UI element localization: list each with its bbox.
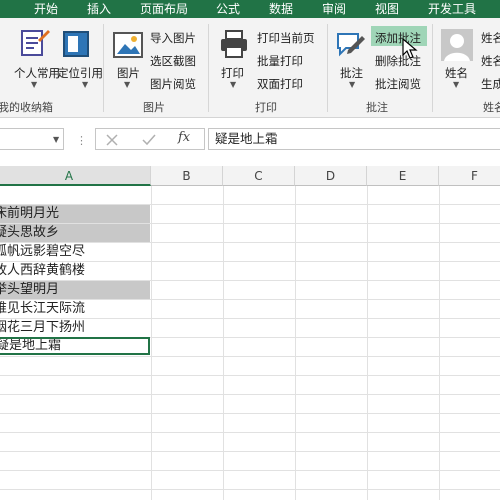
cell-a6[interactable]: 唯见长江天际流 bbox=[0, 300, 150, 318]
mouse-cursor-icon bbox=[402, 37, 418, 60]
ribbon: 个人常用 ▼ 定位引用 ▼ 我的收纳箱 图片 ▼ 导入图片 选区截图 图片阅览 … bbox=[0, 18, 500, 118]
person-icon[interactable] bbox=[440, 28, 474, 62]
column-header-c[interactable]: C bbox=[223, 166, 295, 186]
comment-button[interactable]: 批注 bbox=[340, 65, 363, 81]
tab-insert[interactable]: 插入 bbox=[87, 2, 111, 16]
group-separator bbox=[208, 24, 209, 112]
gridline bbox=[0, 489, 500, 490]
chevron-down-icon[interactable]: ▼ bbox=[124, 80, 130, 89]
gridline bbox=[295, 186, 296, 500]
chevron-down-icon[interactable]: ▼ bbox=[453, 80, 459, 89]
batch-print-button[interactable]: 批量打印 bbox=[257, 53, 303, 69]
column-header-d[interactable]: D bbox=[295, 166, 367, 186]
print-current-page-button[interactable]: 打印当前页 bbox=[257, 30, 315, 46]
comment-view-button[interactable]: 批注阅览 bbox=[375, 76, 421, 92]
tab-developer[interactable]: 开发工具 bbox=[428, 2, 476, 16]
locate-reference-button[interactable]: 定位引用 bbox=[57, 65, 103, 81]
spreadsheet-grid: A B C D E F 床前明月光 疑头思故乡 孤帆远影碧空尽 故人西辞黄鹤楼 … bbox=[0, 166, 500, 500]
picture-icon[interactable] bbox=[111, 28, 145, 62]
cell-a4[interactable]: 故人西辞黄鹤楼 bbox=[0, 262, 150, 280]
gridline bbox=[0, 375, 500, 376]
cell-a2[interactable]: 疑头思故乡 bbox=[0, 224, 150, 242]
name-box[interactable]: ▼ bbox=[0, 128, 64, 150]
cell-a1[interactable]: 床前明月光 bbox=[0, 205, 150, 223]
tab-page-layout[interactable]: 页面布局 bbox=[140, 2, 188, 16]
tab-review[interactable]: 审阅 bbox=[322, 2, 346, 16]
gridline bbox=[151, 186, 152, 500]
tab-view[interactable]: 视图 bbox=[375, 2, 399, 16]
chevron-down-icon[interactable]: ▼ bbox=[82, 80, 88, 89]
region-screenshot-button[interactable]: 选区截图 bbox=[150, 53, 196, 69]
group-label-name: 姓名 bbox=[483, 101, 500, 114]
print-button[interactable]: 打印 bbox=[221, 65, 244, 81]
cell-a7[interactable]: 烟花三月下扬州 bbox=[0, 319, 150, 337]
gridline bbox=[0, 394, 500, 395]
gridline bbox=[0, 451, 500, 452]
gridline bbox=[223, 186, 224, 500]
cell-a3[interactable]: 孤帆远影碧空尽 bbox=[0, 243, 150, 261]
formula-bar-area: ▼ ⋮ fx 疑是地上霜 bbox=[0, 118, 500, 166]
insert-function-icon[interactable]: fx bbox=[178, 130, 190, 145]
name-button[interactable]: 姓名 bbox=[445, 65, 468, 81]
column-header-a[interactable]: A bbox=[0, 166, 151, 186]
tab-data[interactable]: 数据 bbox=[269, 2, 293, 16]
picture-view-button[interactable]: 图片阅览 bbox=[150, 76, 196, 92]
duplex-print-button[interactable]: 双面打印 bbox=[257, 76, 303, 92]
gridline bbox=[367, 186, 368, 500]
formula-buttons: fx bbox=[95, 128, 205, 150]
name-small-button[interactable]: 姓名 bbox=[481, 30, 500, 46]
gridline bbox=[0, 413, 500, 414]
chevron-down-icon[interactable]: ▼ bbox=[230, 80, 236, 89]
cell-a8-selected[interactable]: 疑是地上霜 bbox=[0, 337, 150, 355]
group-label-comment: 批注 bbox=[366, 101, 388, 114]
cancel-icon[interactable] bbox=[106, 134, 118, 146]
gridline bbox=[0, 432, 500, 433]
personal-common-button[interactable]: 个人常用 bbox=[14, 65, 60, 81]
tab-formulas[interactable]: 公式 bbox=[216, 2, 240, 16]
import-picture-button[interactable]: 导入图片 bbox=[150, 30, 196, 46]
tab-home[interactable]: 开始 bbox=[34, 2, 58, 16]
locate-reference-icon[interactable] bbox=[60, 28, 92, 60]
group-label-collection: 我的收纳箱 bbox=[0, 101, 53, 114]
picture-button[interactable]: 图片 bbox=[117, 65, 140, 81]
name-small-button-2[interactable]: 姓名 bbox=[481, 53, 500, 69]
gridline bbox=[439, 186, 440, 500]
chevron-down-icon[interactable]: ▼ bbox=[349, 80, 355, 89]
group-separator bbox=[432, 24, 433, 112]
comment-pen-icon[interactable] bbox=[334, 28, 366, 60]
more-options-icon[interactable]: ⋮ bbox=[76, 134, 87, 147]
printer-icon[interactable] bbox=[218, 28, 250, 60]
group-separator bbox=[103, 24, 104, 112]
generate-button[interactable]: 生成 bbox=[481, 76, 500, 92]
personal-common-icon[interactable] bbox=[18, 28, 50, 60]
gridline bbox=[0, 470, 500, 471]
cell-a5[interactable]: 举头望明月 bbox=[0, 281, 150, 299]
chevron-down-icon[interactable]: ▼ bbox=[31, 80, 37, 89]
chevron-down-icon[interactable]: ▼ bbox=[53, 135, 59, 144]
group-separator bbox=[327, 24, 328, 112]
ribbon-tab-bar: 开始 插入 页面布局 公式 数据 审阅 视图 开发工具 bbox=[0, 0, 500, 18]
enter-check-icon[interactable] bbox=[142, 134, 156, 146]
gridline bbox=[0, 356, 500, 357]
group-label-picture: 图片 bbox=[143, 101, 165, 114]
column-header-b[interactable]: B bbox=[151, 166, 223, 186]
column-header-e[interactable]: E bbox=[367, 166, 439, 186]
column-header-f[interactable]: F bbox=[439, 166, 500, 186]
group-label-print: 打印 bbox=[255, 101, 277, 114]
formula-input[interactable]: 疑是地上霜 bbox=[208, 128, 500, 150]
